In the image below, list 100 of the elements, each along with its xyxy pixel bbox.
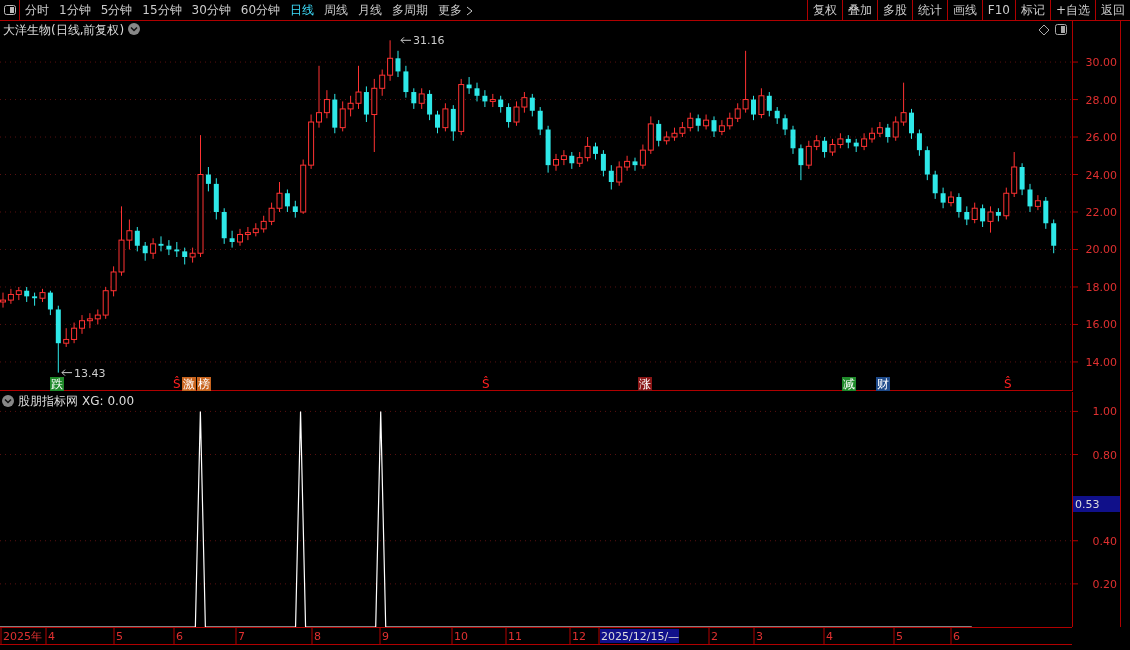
high-price-label: 31.16 bbox=[413, 34, 445, 48]
candlestick bbox=[134, 226, 140, 252]
candlestick bbox=[529, 93, 535, 117]
candlestick bbox=[395, 50, 401, 78]
candlestick bbox=[450, 104, 456, 142]
candlestick bbox=[766, 91, 772, 117]
period-tab[interactable]: 1分钟 bbox=[54, 0, 96, 20]
candlestick bbox=[411, 87, 417, 110]
toolbar-button[interactable]: 复权 bbox=[806, 0, 842, 20]
candlestick bbox=[718, 119, 725, 136]
candlestick bbox=[616, 160, 623, 187]
axis-label: 1.00 bbox=[1092, 405, 1117, 419]
signal-marker: Ŝ bbox=[1004, 377, 1012, 391]
period-tab[interactable]: 更多 bbox=[433, 0, 480, 20]
date-label: 6 bbox=[953, 630, 960, 643]
toolbar-button[interactable]: 叠加 bbox=[841, 0, 877, 20]
signal-marker: 减 bbox=[842, 377, 856, 391]
candlestick bbox=[932, 170, 938, 200]
toolbar-button[interactable]: 多股 bbox=[876, 0, 912, 20]
period-tab[interactable]: 周线 bbox=[319, 0, 354, 20]
leader-line bbox=[61, 369, 73, 377]
candlestick bbox=[1043, 196, 1049, 230]
date-label: 12 bbox=[572, 630, 586, 643]
candlestick bbox=[427, 89, 433, 121]
signal-marker: 激 bbox=[182, 377, 196, 391]
candlestick bbox=[956, 192, 962, 219]
period-tab[interactable]: 60分钟 bbox=[235, 0, 286, 20]
indicator-title: 股朋指标网 bbox=[18, 394, 78, 408]
axis-label: 30.00 bbox=[1085, 56, 1117, 70]
candlestick bbox=[656, 119, 662, 147]
candlestick bbox=[363, 85, 369, 123]
axis-label: 18.00 bbox=[1085, 280, 1117, 294]
toolbar-button[interactable]: 返回 bbox=[1095, 0, 1130, 20]
signal-marker: 跌 bbox=[50, 377, 64, 391]
candlestick bbox=[758, 87, 765, 119]
date-label: 6 bbox=[176, 630, 183, 643]
candlestick bbox=[861, 132, 868, 151]
signal-marker: Ŝ bbox=[173, 377, 181, 391]
indicator-reading: XG: 0.00 bbox=[82, 394, 135, 408]
axis-label: 16.00 bbox=[1085, 318, 1117, 332]
chevron-icon bbox=[466, 5, 475, 16]
axis-label: 22.00 bbox=[1085, 206, 1117, 219]
leader-line bbox=[400, 36, 412, 44]
period-tab[interactable]: 15分钟 bbox=[137, 0, 187, 20]
candlestick bbox=[142, 241, 148, 262]
toolbar-button[interactable]: 画线 bbox=[946, 0, 982, 20]
candlestick bbox=[506, 102, 512, 129]
candlestick bbox=[790, 125, 796, 155]
low-price-label: 13.43 bbox=[74, 366, 106, 380]
candlestick bbox=[624, 155, 631, 172]
candlestick bbox=[316, 65, 322, 129]
candlestick bbox=[964, 205, 970, 226]
chart-title: 大洋生物(日线,前复权) bbox=[3, 23, 125, 37]
date-label: 5 bbox=[896, 630, 903, 643]
axis-label: 0.80 bbox=[1092, 448, 1117, 462]
toolbar-button[interactable]: 统计 bbox=[911, 0, 947, 20]
candlestick bbox=[940, 187, 946, 209]
candlestick bbox=[442, 102, 449, 132]
candlestick bbox=[71, 322, 78, 344]
candlestick bbox=[63, 327, 70, 348]
toolbar-button[interactable]: +自选 bbox=[1049, 0, 1095, 20]
period-tab[interactable]: 日线 bbox=[285, 0, 320, 20]
period-tab[interactable]: 月线 bbox=[353, 0, 388, 20]
axis-label: 24.00 bbox=[1085, 168, 1117, 182]
candlestick bbox=[909, 108, 914, 140]
candlestick bbox=[1051, 219, 1057, 254]
panel-toggle-icon[interactable] bbox=[3, 5, 16, 15]
candlestick bbox=[876, 121, 883, 138]
toolbar-button[interactable]: F10 bbox=[981, 0, 1015, 20]
candlestick bbox=[150, 237, 157, 260]
candlestick bbox=[980, 204, 986, 228]
candlestick bbox=[948, 190, 954, 207]
date-label: 2025/12/15/— bbox=[600, 629, 680, 643]
candlestick bbox=[79, 314, 85, 335]
period-tab[interactable]: 5分钟 bbox=[95, 0, 138, 20]
period-tab[interactable]: 分时 bbox=[20, 0, 54, 20]
candlestick bbox=[47, 290, 53, 316]
signal-marker: 涨 bbox=[638, 377, 652, 391]
diamond-icon[interactable] bbox=[1038, 24, 1050, 36]
candlestick bbox=[916, 129, 922, 157]
candlestick bbox=[553, 153, 559, 172]
candlestick bbox=[987, 205, 994, 234]
period-tab[interactable]: 30分钟 bbox=[186, 0, 236, 20]
candlestick bbox=[379, 69, 386, 97]
candlestick bbox=[0, 292, 6, 309]
axis-label: 0.40 bbox=[1092, 534, 1117, 548]
candlestick bbox=[7, 288, 14, 305]
cursor-value-label: 0.53 bbox=[1073, 496, 1120, 512]
date-label: 11 bbox=[508, 630, 522, 643]
signal-marker: 财 bbox=[876, 377, 890, 391]
dropdown-icon[interactable] bbox=[128, 23, 140, 35]
toolbar-button[interactable]: 标记 bbox=[1014, 0, 1050, 20]
date-label: 8 bbox=[314, 630, 321, 643]
candlestick bbox=[1034, 194, 1041, 211]
signal-marker: Ŝ bbox=[482, 377, 490, 391]
panel-toggle-icon[interactable] bbox=[1055, 24, 1067, 35]
candlestick bbox=[703, 114, 710, 131]
candlestick bbox=[639, 144, 646, 170]
dropdown-icon[interactable] bbox=[2, 395, 14, 407]
period-tab[interactable]: 多周期 bbox=[387, 0, 434, 20]
